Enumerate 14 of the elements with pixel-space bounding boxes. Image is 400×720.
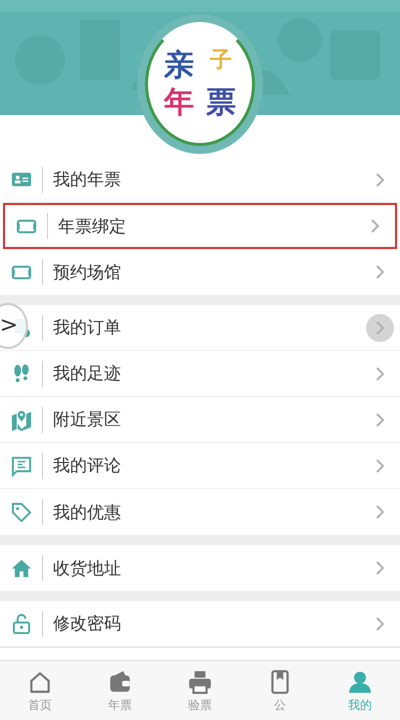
menu-label: 我的年票 [53, 169, 122, 191]
menu-label: 附近景区 [53, 409, 122, 431]
menu-label: 我的订单 [53, 317, 122, 339]
menu-label: 我的足迹 [53, 363, 122, 385]
menu-label: 修改密码 [53, 613, 122, 635]
logo-character: 票 [206, 84, 236, 122]
menu-label: 收货地址 [53, 558, 122, 580]
logo-character: 年 [164, 84, 194, 122]
logo-character: 亲 [164, 46, 194, 84]
menu-label: 预约场馆 [53, 262, 122, 284]
menu-label: 我的评论 [53, 455, 122, 477]
menu-label: 我的优惠 [53, 502, 122, 524]
logo-character: 子 [210, 46, 232, 74]
menu-label: 年票绑定 [58, 216, 127, 238]
